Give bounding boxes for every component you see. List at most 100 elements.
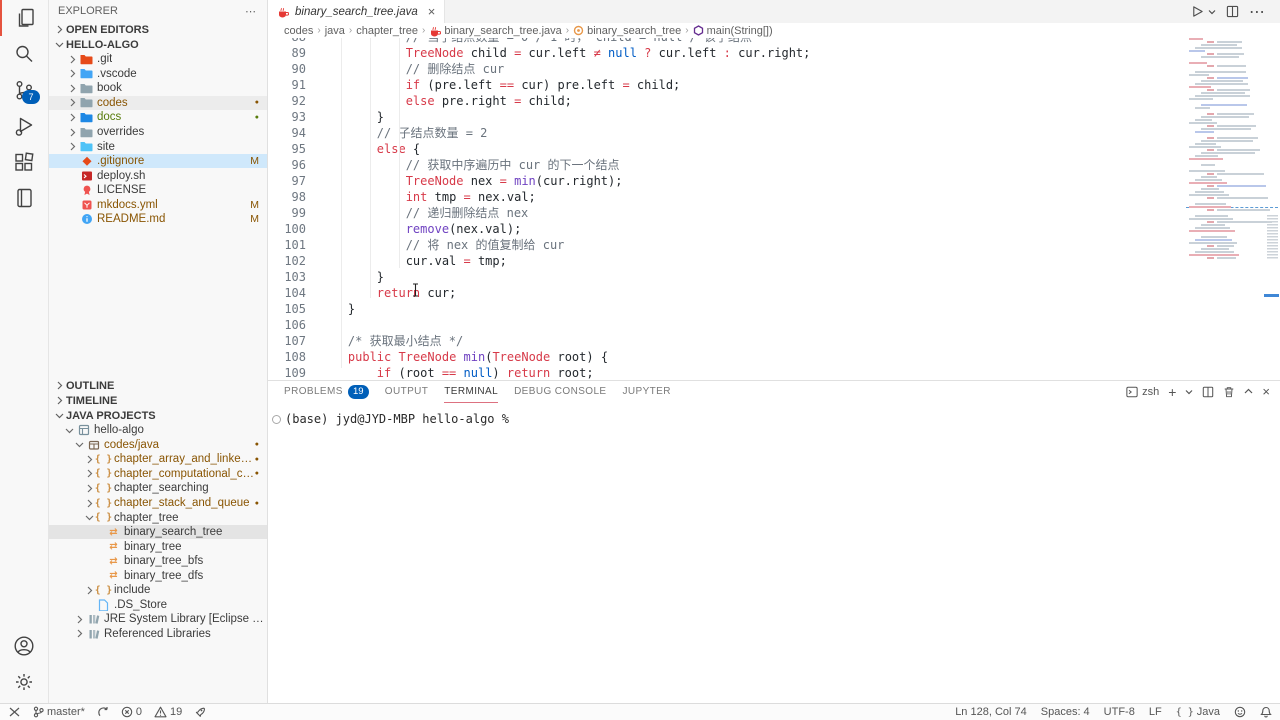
- tree-item-readme-md[interactable]: README.mdM: [48, 212, 267, 227]
- more-actions-icon[interactable]: ⋯: [245, 5, 257, 18]
- status-cursor-position[interactable]: Ln 128, Col 74: [955, 704, 1027, 720]
- code-line-97[interactable]: 97 TreeNode nex = min(cur.right);: [268, 173, 1186, 189]
- tree-item-ds-store[interactable]: .DS_Store: [48, 598, 267, 613]
- tree-item-include[interactable]: { }include: [48, 583, 267, 598]
- section-root-folder[interactable]: HELLO-ALGO: [48, 37, 267, 52]
- code-line-95[interactable]: 95 else {: [268, 141, 1186, 157]
- close-panel-icon[interactable]: ×: [1262, 384, 1270, 399]
- code-line-90[interactable]: 90 // 删除结点 cur: [268, 61, 1186, 77]
- terminal-dropdown-icon[interactable]: [1185, 388, 1193, 396]
- status-rocket[interactable]: [194, 704, 206, 720]
- tree-item-chapter-searching[interactable]: { }chapter_searching: [48, 481, 267, 496]
- tree-item-jre-system-library-eclipse-temurin-17-17[interactable]: JRE System Library [Eclipse Temurin 17 […: [48, 612, 267, 627]
- tree-item-overrides[interactable]: overrides: [48, 125, 267, 140]
- breadcrumb-codes[interactable]: codes: [284, 25, 313, 37]
- tree-item-gitignore[interactable]: .gitignoreM: [48, 154, 267, 169]
- code-line-102[interactable]: 102 cur.val = tmp;: [268, 253, 1186, 269]
- tree-item-codes[interactable]: codes●: [48, 96, 267, 111]
- chevron-down-icon[interactable]: [1208, 8, 1216, 16]
- tree-item-binary-tree[interactable]: ⇄binary_tree: [48, 539, 267, 554]
- chevron-right-icon[interactable]: [66, 113, 79, 122]
- section-java-projects[interactable]: JAVA PROJECTS: [48, 408, 267, 423]
- run-button[interactable]: [1191, 5, 1204, 18]
- tab-binary-search-tree[interactable]: binary_search_tree.java ×: [268, 0, 445, 23]
- chevron-right-icon[interactable]: [73, 615, 86, 624]
- panel-tab-output[interactable]: OUTPUT: [385, 381, 429, 402]
- status-indentation[interactable]: Spaces: 4: [1041, 704, 1090, 720]
- tree-item-mkdocs-yml[interactable]: mkdocs.ymlM: [48, 197, 267, 212]
- breadcrumb-java[interactable]: java: [325, 25, 345, 37]
- status-warning[interactable]: 19: [154, 704, 182, 720]
- account-icon[interactable]: [0, 628, 48, 664]
- new-terminal-button[interactable]: +: [1168, 387, 1176, 397]
- code-editor[interactable]: 88 // 当子结点数量 = 0 / 1 时， child = null / 该…: [268, 38, 1186, 380]
- tree-item-chapter-array-and-linkedlist[interactable]: { }chapter_array_and_linkedlist●: [48, 452, 267, 467]
- status-notifications[interactable]: [1260, 704, 1272, 720]
- code-line-107[interactable]: 107 /* 获取最小结点 */: [268, 333, 1186, 349]
- kill-terminal-button[interactable]: [1223, 386, 1235, 398]
- breadcrumb-chapter-tree[interactable]: chapter_tree: [356, 25, 418, 37]
- source-control-icon[interactable]: 7: [0, 72, 48, 108]
- breadcrumb-main-string[interactable]: main(String[]): [693, 25, 773, 37]
- terminal-prompt[interactable]: (base) jyd@JYD-MBP hello-algo %: [285, 412, 1280, 426]
- split-terminal-button[interactable]: [1202, 386, 1214, 398]
- panel-tab-debug-console[interactable]: DEBUG CONSOLE: [514, 381, 606, 402]
- tree-item-git[interactable]: .git: [48, 52, 267, 67]
- breadcrumb-binary-search-tree[interactable]: binary_search_tree: [573, 25, 681, 37]
- chevron-right-icon[interactable]: [73, 629, 86, 638]
- status-remote[interactable]: [8, 704, 21, 720]
- code-line-105[interactable]: 105 }: [268, 301, 1186, 317]
- code-line-109[interactable]: 109 if (root == null) return root;: [268, 365, 1186, 380]
- code-line-99[interactable]: 99 // 递归删除结点 nex: [268, 205, 1186, 221]
- code-line-108[interactable]: 108 public TreeNode min(TreeNode root) {: [268, 349, 1186, 365]
- code-line-98[interactable]: 98 int tmp = nex.val;: [268, 189, 1186, 205]
- overview-ruler[interactable]: [1262, 38, 1280, 380]
- chevron-down-icon[interactable]: [73, 440, 86, 449]
- tree-item-chapter-tree[interactable]: { }chapter_tree: [48, 510, 267, 525]
- tree-item-site[interactable]: site: [48, 139, 267, 154]
- tree-item-chapter-stack-and-queue[interactable]: { }chapter_stack_and_queue●: [48, 496, 267, 511]
- status-feedback[interactable]: [1234, 704, 1246, 720]
- split-editor-button[interactable]: [1226, 5, 1239, 18]
- terminal-shell-item[interactable]: zsh: [1126, 386, 1159, 398]
- close-icon[interactable]: ×: [428, 4, 436, 19]
- settings-icon[interactable]: [0, 664, 48, 700]
- status-language-mode[interactable]: { }Java: [1176, 704, 1220, 720]
- maximize-panel-icon[interactable]: [1244, 387, 1253, 396]
- status-sync[interactable]: [97, 704, 109, 720]
- code-line-106[interactable]: 106: [268, 317, 1186, 333]
- code-line-93[interactable]: 93 }: [268, 109, 1186, 125]
- chevron-right-icon[interactable]: [66, 142, 79, 151]
- chevron-right-icon[interactable]: [66, 69, 79, 78]
- code-line-104[interactable]: 104 return cur;: [268, 285, 1186, 301]
- search-icon[interactable]: [0, 36, 48, 72]
- tree-item-license[interactable]: LICENSE: [48, 183, 267, 198]
- chevron-right-icon[interactable]: [66, 84, 79, 93]
- section-outline[interactable]: OUTLINE: [48, 378, 267, 393]
- code-line-103[interactable]: 103 }: [268, 269, 1186, 285]
- section-timeline[interactable]: TIMELINE: [48, 393, 267, 408]
- status-encoding[interactable]: UTF-8: [1104, 704, 1135, 720]
- code-line-94[interactable]: 94 // 子结点数量 = 2: [268, 125, 1186, 141]
- tree-item-referenced-libraries[interactable]: Referenced Libraries: [48, 627, 267, 642]
- code-line-91[interactable]: 91 if (pre.left == cur) pre.left = child…: [268, 77, 1186, 93]
- files-icon[interactable]: [0, 0, 50, 36]
- status-branch[interactable]: master*: [33, 704, 85, 720]
- tree-item-binary-search-tree[interactable]: ⇄binary_search_tree: [48, 525, 267, 540]
- section-open-editors[interactable]: OPEN EDITORS: [48, 22, 267, 37]
- code-line-92[interactable]: 92 else pre.right = child;: [268, 93, 1186, 109]
- chevron-right-icon[interactable]: [66, 55, 79, 64]
- code-line-96[interactable]: 96 // 获取中序遍历中 cur 的下一个结点: [268, 157, 1186, 173]
- code-line-88[interactable]: 88 // 当子结点数量 = 0 / 1 时， child = null / 该…: [268, 38, 1186, 45]
- tree-item-codes-java[interactable]: codes/java●: [48, 438, 267, 453]
- panel-tab-jupyter[interactable]: JUPYTER: [623, 381, 671, 402]
- tree-item-vscode[interactable]: .vscode: [48, 67, 267, 82]
- code-line-101[interactable]: 101 // 将 nex 的值复制给 cur: [268, 237, 1186, 253]
- chevron-right-icon[interactable]: [66, 128, 79, 137]
- tree-item-binary-tree-bfs[interactable]: ⇄binary_tree_bfs: [48, 554, 267, 569]
- chevron-down-icon[interactable]: [63, 426, 76, 435]
- chevron-right-icon[interactable]: [66, 98, 79, 107]
- notebook-icon[interactable]: [0, 180, 48, 216]
- tree-item-chapter-computational-complexity[interactable]: { }chapter_computational_complexity●: [48, 467, 267, 482]
- status-eol[interactable]: LF: [1149, 704, 1162, 720]
